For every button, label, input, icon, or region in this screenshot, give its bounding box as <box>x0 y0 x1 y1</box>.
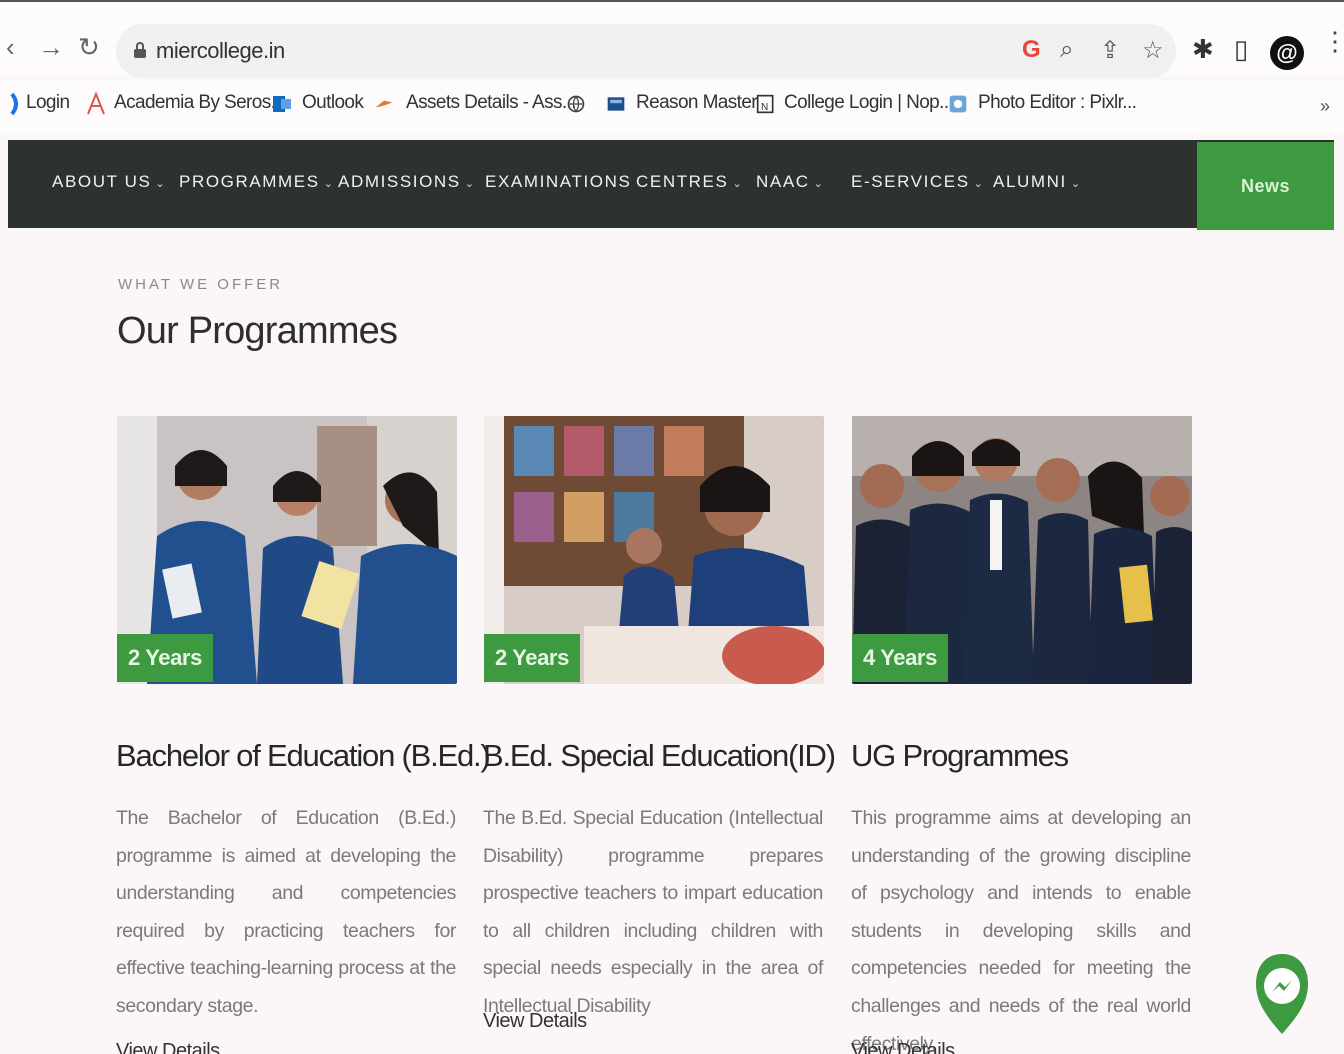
back-icon[interactable]: ‹ <box>6 32 15 63</box>
programme-title[interactable]: UG Programmes <box>851 738 1069 774</box>
bookmarks-bar: Login Academia By Seros... Outlook Asset… <box>0 80 1344 134</box>
nav-programmes-label: PROGRAMMES <box>179 172 320 191</box>
google-translate-icon[interactable]: G <box>1022 36 1041 64</box>
nav-examinations-label: EXAMINATIONS <box>485 172 632 191</box>
programme-title[interactable]: Bachelor of Education (B.Ed.) <box>116 738 491 774</box>
nav-e-services-label: E-SERVICES <box>851 172 970 191</box>
programme-description: The B.Ed. Special Education (Intellectua… <box>483 807 823 1017</box>
view-details-link[interactable]: View Details <box>483 1010 587 1033</box>
chevron-down-icon: ⌄ <box>973 178 985 190</box>
url-text[interactable]: miercollege.in <box>156 38 285 64</box>
nav-admissions-label: ADMISSIONS <box>338 172 461 191</box>
bookmark-college[interactable]: College Login | Nop... <box>784 92 954 114</box>
bookmark-assets[interactable]: Assets Details - Ass... <box>406 92 577 114</box>
nav-centres-label: CENTRES <box>636 172 729 191</box>
view-details-link[interactable]: View Details <box>851 1040 955 1054</box>
bookmark-outlook[interactable]: Outlook <box>302 92 364 114</box>
assets-icon <box>375 100 393 108</box>
chevron-down-icon: ⌄ <box>155 178 167 190</box>
chevron-down-icon: ⌄ <box>813 178 825 190</box>
zoom-icon[interactable]: ⌕ <box>1060 36 1073 64</box>
view-details-link[interactable]: View Details <box>116 1040 220 1054</box>
svg-text:N: N <box>761 102 768 113</box>
nav-centres[interactable]: CENTRES ⌄ <box>636 172 743 192</box>
extensions-icon[interactable]: ✱ <box>1192 34 1214 65</box>
nav-about-us-label: ABOUT US <box>52 172 152 191</box>
section-eyebrow: WHAT WE OFFER <box>118 276 284 293</box>
bookmark-icon <box>10 92 18 116</box>
lock-icon[interactable] <box>134 42 146 58</box>
side-panel-icon[interactable]: ▯ <box>1234 34 1248 65</box>
duration-badge: 4 Years <box>852 634 948 682</box>
academia-icon <box>87 92 105 115</box>
messenger-chat-icon[interactable] <box>1252 950 1312 1036</box>
browser-toolbar: ‹ → ↻ miercollege.in G ⌕ ⇪ ☆ ✱ ▯ @ ⋮ <box>0 10 1344 78</box>
bookmark-star-icon[interactable]: ☆ <box>1142 36 1164 65</box>
outlook-icon <box>273 96 291 112</box>
reload-icon[interactable]: ↻ <box>78 32 100 63</box>
globe-icon[interactable] <box>566 92 586 116</box>
chevron-down-icon: ⌄ <box>732 178 744 190</box>
programme-description: The Bachelor of Education (B.Ed.) progra… <box>116 807 456 1017</box>
programme-description: This programme aims at developing an und… <box>851 807 1191 1054</box>
address-bar[interactable]: miercollege.in G ⌕ ⇪ ☆ <box>116 24 1176 78</box>
bookmark-reason[interactable]: Reason Master <box>636 92 758 114</box>
chevron-down-icon: ⌄ <box>323 178 335 190</box>
nav-alumni[interactable]: ALUMNI ⌄ <box>993 172 1082 192</box>
nav-admissions[interactable]: ADMISSIONS ⌄ <box>338 172 476 192</box>
reason-icon <box>607 97 625 111</box>
bookmark-academia[interactable]: Academia By Seros... <box>114 92 285 114</box>
nav-e-services[interactable]: E-SERVICES ⌄ <box>851 172 985 192</box>
section-title: Our Programmes <box>117 310 398 352</box>
forward-icon[interactable]: → <box>38 32 64 63</box>
duration-badge: 2 Years <box>117 634 213 682</box>
nav-about-us[interactable]: ABOUT US ⌄ <box>52 172 166 192</box>
profile-avatar[interactable]: @ <box>1270 36 1304 70</box>
nav-alumni-label: ALUMNI <box>993 172 1067 191</box>
chevron-down-icon: ⌄ <box>464 178 476 190</box>
nav-programmes[interactable]: PROGRAMMES ⌄ <box>179 172 335 192</box>
nav-examinations[interactable]: EXAMINATIONS <box>485 172 631 192</box>
nav-naac[interactable]: NAAC ⌄ <box>756 172 824 192</box>
bookmark-login[interactable]: Login <box>26 92 70 114</box>
news-button[interactable]: News <box>1197 142 1334 230</box>
bookmark-pixlr[interactable]: Photo Editor : Pixlr... <box>978 92 1137 114</box>
programme-title[interactable]: B.Ed. Special Education(ID) <box>483 738 836 774</box>
menu-icon[interactable]: ⋮ <box>1322 28 1344 54</box>
nav-naac-label: NAAC <box>756 172 810 191</box>
window-top-edge <box>0 0 1344 10</box>
share-icon[interactable]: ⇪ <box>1100 36 1120 65</box>
more-bookmarks-icon[interactable]: » <box>1320 96 1330 117</box>
college-icon: N <box>756 94 774 114</box>
main-navigation: ABOUT US ⌄ PROGRAMMES ⌄ ADMISSIONS ⌄ EXAMIN… <box>8 140 1334 228</box>
pixlr-icon <box>949 95 967 113</box>
duration-badge: 2 Years <box>484 634 580 682</box>
chevron-down-icon: ⌄ <box>1070 178 1082 190</box>
